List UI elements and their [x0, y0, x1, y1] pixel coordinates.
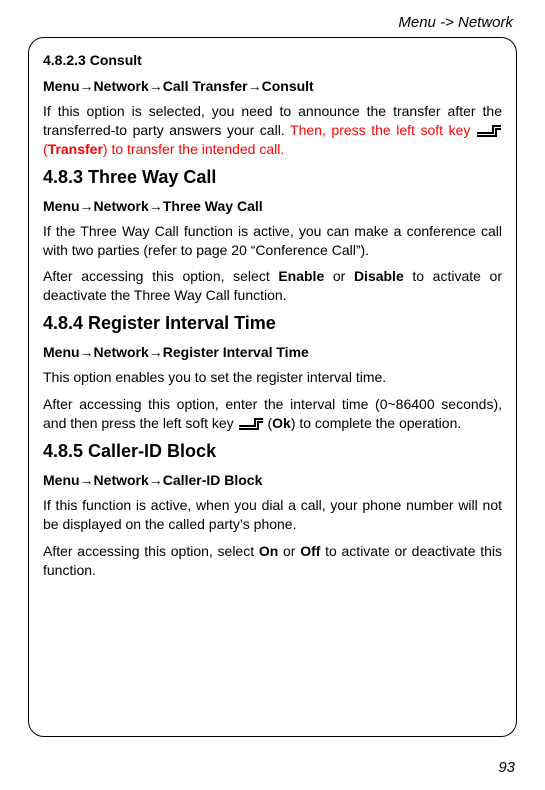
callerid-or: or: [278, 543, 300, 559]
breadcrumb-threeway: Menu→Network→Three Way Call: [43, 198, 502, 214]
threeway-p2: After accessing this option, select Enab…: [43, 267, 502, 305]
header-breadcrumb: Menu -> Network: [28, 14, 517, 31]
register-p1: This option enables you to set the regis…: [43, 368, 502, 387]
softkey-icon: [476, 122, 502, 138]
breadcrumb-consult: Menu→Network→Call Transfer→Consult: [43, 78, 502, 94]
breadcrumb-callerid: Menu→Network→Caller-ID Block: [43, 472, 502, 488]
page-frame: 4.8.2.3 Consult Menu→Network→Call Transf…: [28, 37, 517, 737]
callerid-on: On: [259, 543, 278, 559]
threeway-disable: Disable: [354, 268, 404, 284]
callerid-p1: If this function is active, when you dia…: [43, 496, 502, 534]
register-close: ) to complete the operation.: [291, 415, 461, 431]
section-4-8-4-title: 4.8.4 Register Interval Time: [43, 313, 502, 334]
section-4-8-5-title: 4.8.5 Caller-ID Block: [43, 441, 502, 462]
callerid-p2a: After accessing this option, select: [43, 543, 259, 559]
register-p2: After accessing this option, enter the i…: [43, 395, 502, 433]
breadcrumb-register: Menu→Network→Register Interval Time: [43, 344, 502, 360]
register-ok: Ok: [272, 415, 291, 431]
softkey-icon: [238, 415, 264, 431]
consult-red-pre: Then, press the left soft key: [290, 122, 476, 138]
callerid-off: Off: [300, 543, 320, 559]
threeway-enable: Enable: [278, 268, 324, 284]
threeway-p2a: After accessing this option, select: [43, 268, 278, 284]
page-number: 93: [498, 759, 515, 776]
consult-paragraph: If this option is selected, you need to …: [43, 102, 502, 159]
register-open: (: [264, 415, 273, 431]
threeway-p1: If the Three Way Call function is active…: [43, 222, 502, 260]
consult-red-close: ) to transfer the intended call.: [103, 141, 284, 157]
section-4-8-2-3-title: 4.8.2.3 Consult: [43, 52, 502, 68]
threeway-or: or: [324, 268, 354, 284]
consult-red-bold: Transfer: [48, 141, 103, 157]
callerid-p2: After accessing this option, select On o…: [43, 542, 502, 580]
section-4-8-3-title: 4.8.3 Three Way Call: [43, 167, 502, 188]
